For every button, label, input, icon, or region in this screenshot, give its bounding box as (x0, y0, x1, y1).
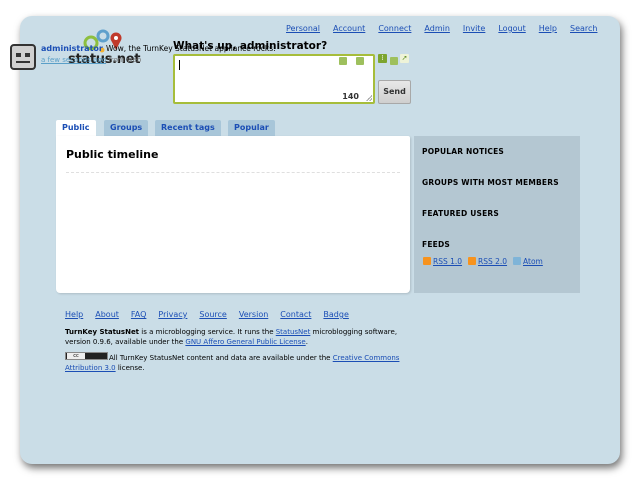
notice-text: Wow, the TurnKey StatusNet appliance roc… (106, 44, 277, 53)
divider (66, 172, 400, 173)
timeline-panel: Public timeline (56, 136, 410, 293)
paperclip-icon[interactable]: ⁞ (378, 54, 387, 63)
tab-public[interactable]: Public (56, 120, 96, 136)
footer-license-line3: All TurnKey StatusNet content and data a… (109, 354, 399, 362)
statusnet-link[interactable]: StatusNet (276, 328, 311, 336)
feed-rss1-label: RSS 1.0 (433, 257, 463, 266)
footer-license-line1: TurnKey StatusNet is a microblogging ser… (65, 328, 397, 336)
footer-contact[interactable]: Contact (280, 310, 311, 319)
section-feeds: FEEDS (422, 240, 450, 249)
footer-text-4b: license. (115, 364, 145, 372)
resize-grip-icon[interactable] (366, 95, 372, 101)
footer-navigation: Help About FAQ Privacy Source Version Co… (65, 310, 361, 319)
nav-account[interactable]: Account (333, 24, 365, 33)
character-counter: 140 (342, 92, 359, 101)
footer-license-line4: Attribution 3.0 license. (65, 364, 145, 372)
footer-site-name: TurnKey StatusNet (65, 328, 140, 336)
footer-text-2b: . (305, 338, 308, 346)
atom-icon (513, 257, 521, 265)
footer-text-2a: version 0.9.6, available under the (65, 338, 186, 346)
feed-rss2-label: RSS 2.0 (478, 257, 508, 266)
tab-groups[interactable]: Groups (104, 120, 149, 136)
avatar-eye-right (25, 53, 30, 57)
feed-rss1[interactable]: RSS 1.0 (423, 257, 462, 266)
reply-icon[interactable] (356, 57, 364, 65)
notice-author-link[interactable]: administrator (41, 44, 103, 53)
feed-rss2[interactable]: RSS 2.0 (468, 257, 507, 266)
feed-atom[interactable]: Atom (513, 257, 543, 266)
footer-privacy[interactable]: Privacy (158, 310, 187, 319)
notice-meta: a few seconds ago from web (41, 56, 141, 64)
notice-timestamp-link[interactable]: a few seconds ago (41, 56, 106, 64)
cc-badge-label: cc (67, 353, 85, 359)
footer-text-1a: is a microblogging service. It runs the (139, 328, 276, 336)
send-button[interactable]: Send (378, 80, 411, 104)
agpl-link[interactable]: GNU Affero General Public License (185, 338, 305, 346)
avatar[interactable] (10, 44, 36, 70)
creative-commons-link[interactable]: Creative Commons (333, 354, 400, 362)
top-navigation: Personal Account Connect Admin Invite Lo… (286, 24, 610, 33)
favorite-icon[interactable] (339, 57, 347, 65)
rss-icon (423, 257, 431, 265)
text-cursor (179, 60, 180, 70)
avatar-eye-left (16, 53, 21, 57)
section-groups-most-members: GROUPS WITH MOST MEMBERS (422, 178, 559, 187)
delete-icon[interactable] (390, 57, 398, 65)
nav-admin[interactable]: Admin (424, 24, 450, 33)
nav-connect[interactable]: Connect (378, 24, 411, 33)
page-title: Public timeline (66, 148, 159, 161)
avatar-mouth (16, 61, 30, 63)
notice-source: from web (108, 56, 142, 64)
nav-logout[interactable]: Logout (498, 24, 525, 33)
footer-faq[interactable]: FAQ (131, 310, 147, 319)
nav-invite[interactable]: Invite (463, 24, 485, 33)
tab-popular[interactable]: Popular (228, 120, 275, 136)
nav-search[interactable]: Search (570, 24, 597, 33)
nav-personal[interactable]: Personal (286, 24, 320, 33)
creative-commons-badge[interactable]: cc (65, 352, 108, 360)
footer-source[interactable]: Source (199, 310, 226, 319)
sidebar: POPULAR NOTICES GROUPS WITH MOST MEMBERS… (414, 136, 580, 293)
footer-about[interactable]: About (95, 310, 119, 319)
footer-text-1b: microblogging software, (310, 328, 398, 336)
footer-help[interactable]: Help (65, 310, 83, 319)
tab-recent-tags[interactable]: Recent tags (155, 120, 221, 136)
location-icon[interactable]: ➚ (400, 54, 409, 63)
footer-license-line2: version 0.9.6, available under the GNU A… (65, 338, 308, 346)
rss-icon (468, 257, 476, 265)
footer-text-3a: All TurnKey StatusNet content and data a… (109, 354, 333, 362)
nav-help[interactable]: Help (539, 24, 557, 33)
feed-atom-label: Atom (523, 257, 543, 266)
attribution-link[interactable]: Attribution 3.0 (65, 364, 116, 372)
section-popular-notices: POPULAR NOTICES (422, 147, 505, 156)
footer-badge[interactable]: Badge (323, 310, 348, 319)
footer-version[interactable]: Version (239, 310, 268, 319)
section-featured-users: FEATURED USERS (422, 209, 500, 218)
